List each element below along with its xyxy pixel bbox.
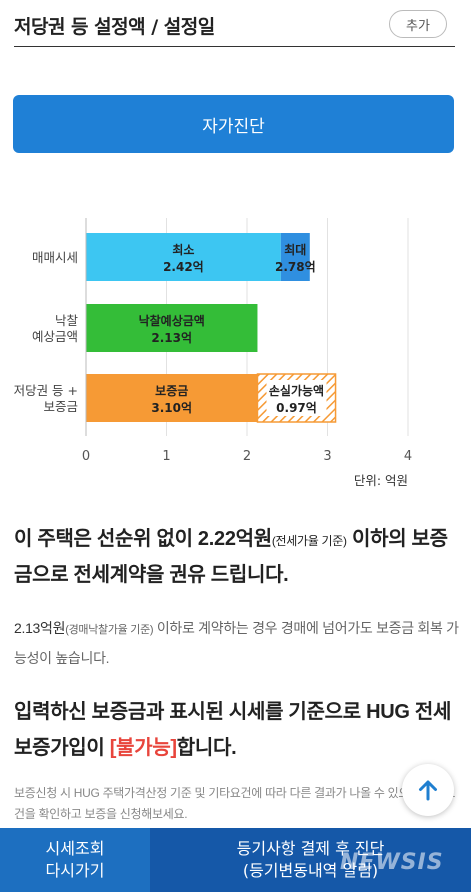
hug-note: 입력하신 보증금과 표시된 시세를 기준으로 HUG 전세보증가입이 [불가능]…	[14, 694, 464, 766]
arrow-up-icon	[419, 780, 437, 801]
hug-status: [불가능]	[109, 737, 177, 759]
auction-basis: (경매낙찰가율 기준)	[65, 624, 154, 636]
unit-label: 단위: 억원	[354, 473, 408, 488]
price-lookup-line1: 시세조회	[45, 839, 105, 858]
self-diagnosis-button[interactable]: 자가진단	[13, 95, 454, 153]
header-divider	[14, 46, 455, 47]
auction-note: 2.13억원(경매낙찰가율 기준) 이하로 계약하는 경우 경매에 넘어가도 보…	[14, 614, 459, 672]
add-button[interactable]: 추가	[389, 10, 447, 38]
x-tick-label: 3	[323, 449, 331, 464]
x-tick-label: 0	[82, 449, 90, 464]
hug-detail: 보증신청 시 HUG 주택가격산정 기준 및 기타요건에 따라 다른 결과가 나…	[14, 786, 456, 821]
x-tick-label: 1	[162, 449, 170, 464]
segment-name-label: 최소	[172, 242, 194, 257]
watermark: NEWSIS	[340, 850, 444, 875]
category-label: 저당권 등 + 보증금	[14, 383, 78, 414]
segment-name-label: 보증금	[155, 384, 188, 398]
segment-value-label: 2.42억	[163, 260, 204, 274]
page-title: 저당권 등 설정액 / 설정일	[14, 16, 215, 38]
segment-value-label: 0.97억	[276, 401, 317, 415]
x-tick-label: 4	[404, 449, 412, 464]
auction-amount: 2.13억원	[14, 620, 66, 636]
recommendation-text: 이 주택은 선순위 없이 2.22억원(전세가율 기준) 이하의 보증금으로 전…	[14, 522, 464, 592]
category-label: 매매시세	[32, 250, 78, 265]
segment-name-label: 최대	[284, 242, 306, 257]
header: 저당권 등 설정액 / 설정일 추가	[0, 0, 471, 48]
price-lookup-again-button[interactable]: 시세조회 다시가기	[0, 828, 150, 892]
segment-value-label: 2.78억	[275, 260, 316, 274]
segment-value-label: 2.13억	[151, 331, 192, 345]
price-lookup-line2: 다시가기	[45, 861, 105, 880]
hug-suffix: 합니다.	[176, 737, 237, 759]
risk-bar-chart: 최소 2.42억 최대 2.78억낙찰예상금액 2.13억보증금 3.10억 손실가능액 0.…	[14, 218, 412, 488]
recommendation-main: 이 주택은 선순위 없이 2.22억원	[14, 528, 272, 550]
segment-name-label: 낙찰예상금액	[139, 313, 205, 328]
recommendation-basis: (전세가율 기준)	[271, 534, 347, 548]
x-tick-label: 2	[243, 449, 251, 464]
category-label: 낙찰 예상금액	[32, 313, 79, 344]
segment-name-label: 손실가능액	[269, 383, 324, 398]
scroll-top-button[interactable]	[402, 764, 454, 816]
segment-value-label: 3.10억	[151, 401, 192, 415]
